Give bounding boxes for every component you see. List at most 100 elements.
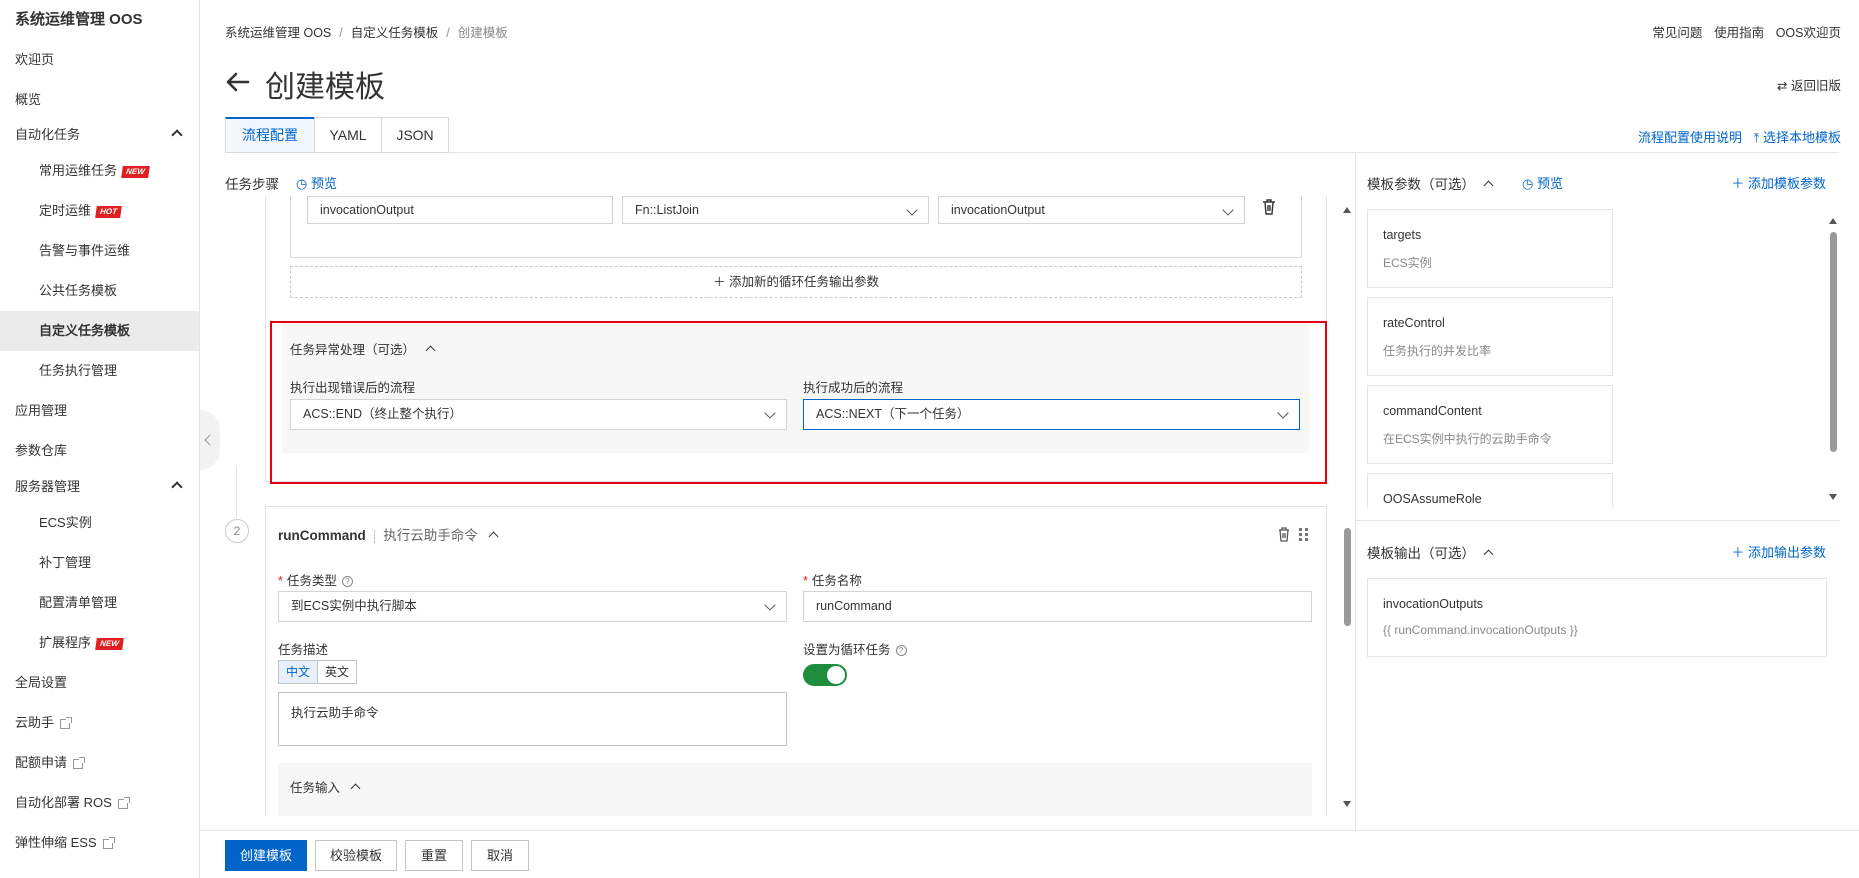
validate-template-button[interactable]: 校验模板 — [315, 840, 397, 871]
cancel-button[interactable]: 取消 — [471, 840, 529, 871]
tab-json[interactable]: JSON — [381, 117, 449, 153]
sidebar-item-label: 应用管理 — [15, 403, 68, 418]
steps-scroll-area[interactable]: invocationOutput Fn::ListJoin invocation… — [225, 196, 1353, 816]
step-2-desc: 执行云助手命令 — [383, 528, 478, 543]
sidebar-item-ecs[interactable]: ECS实例 — [0, 503, 199, 543]
breadcrumb-item[interactable]: 自定义任务模板 — [351, 26, 439, 40]
panel-divider — [1355, 154, 1356, 830]
add-output-link[interactable]: ＋ 添加输出参数 — [1731, 542, 1826, 561]
sidebar-item-extensions[interactable]: 扩展程序 NEW — [0, 623, 199, 663]
param-desc: 任务执行的并发比率 — [1383, 344, 1492, 358]
steps-preview-link[interactable]: ◷ 预览 — [296, 173, 337, 192]
sidebar-item-public-templates[interactable]: 公共任务模板 — [0, 271, 199, 311]
sidebar-item-ros[interactable]: 自动化部署 ROS — [0, 783, 199, 823]
create-template-button[interactable]: 创建模板 — [225, 840, 307, 871]
desc-language-switch: 中文 英文 — [278, 660, 358, 684]
sidebar-title: 系统运维管理 OOS — [15, 11, 143, 28]
scroll-up-icon[interactable] — [1829, 218, 1837, 224]
sidebar-item-label: 补丁管理 — [39, 555, 92, 570]
param-card[interactable]: commandContent 在ECS实例中执行的云助手命令 — [1367, 385, 1613, 464]
drag-handle-icon[interactable] — [1298, 527, 1310, 541]
guide-link[interactable]: 使用指南 — [1714, 26, 1764, 40]
params-header[interactable]: 模板参数（可选） — [1367, 173, 1494, 193]
highlight-box — [270, 321, 1327, 484]
page-title: 创建模板 — [265, 71, 385, 104]
loop-output-aggregator-select[interactable]: Fn::ListJoin — [622, 196, 929, 224]
scroll-down-icon[interactable] — [1829, 494, 1837, 500]
param-card[interactable]: targets ECS实例 — [1367, 209, 1613, 288]
lang-zh-button[interactable]: 中文 — [279, 661, 319, 683]
back-to-old-version[interactable]: ⇄ 返回旧版 — [1777, 75, 1841, 94]
sidebar-group-servers[interactable]: 服务器管理 — [0, 467, 199, 507]
params-preview-label: 预览 — [1536, 176, 1563, 191]
task-type-select[interactable]: 到ECS实例中执行脚本 — [278, 591, 787, 622]
trash-icon[interactable] — [1278, 526, 1290, 542]
add-param-link[interactable]: ＋ 添加模板参数 — [1731, 173, 1826, 192]
task-desc-textarea[interactable]: 执行云助手命令 — [278, 692, 787, 746]
sidebar-item-app-management[interactable]: 应用管理 — [0, 391, 199, 431]
tab-yaml[interactable]: YAML — [314, 117, 382, 153]
params-scrollbar[interactable] — [1827, 212, 1839, 506]
sidebar-item-quota[interactable]: 配额申请 — [0, 743, 199, 783]
back-arrow-icon[interactable] — [225, 64, 251, 100]
params-list[interactable]: targets ECS实例 rateControl 任务执行的并发比率 comman… — [1367, 208, 1627, 508]
sidebar-item-label: 自动化任务 — [15, 127, 81, 142]
sidebar-item-patch[interactable]: 补丁管理 — [0, 543, 199, 583]
sidebar-item-ess[interactable]: 弹性伸缩 ESS — [0, 823, 199, 863]
new-badge: NEW — [121, 165, 150, 178]
section-divider — [1356, 520, 1840, 521]
sidebar-item-parameters[interactable]: 参数仓库 — [0, 431, 199, 471]
scroll-thumb[interactable] — [1830, 232, 1837, 452]
sidebar-item-executions[interactable]: 任务执行管理 — [0, 351, 199, 391]
help-icon[interactable]: ? — [895, 645, 907, 657]
loop-output-source-select[interactable]: invocationOutput — [938, 196, 1245, 224]
sidebar-collapse-handle[interactable] — [200, 410, 220, 470]
param-card[interactable]: rateControl 任务执行的并发比率 — [1367, 297, 1613, 376]
outputs-header[interactable]: 模板输出（可选） — [1367, 542, 1494, 562]
loop-output-name-input[interactable]: invocationOutput — [307, 196, 613, 224]
scroll-up-icon[interactable] — [1343, 207, 1351, 213]
select-local-template-link[interactable]: ⤒ 选择本地模板 — [1754, 130, 1841, 145]
steps-scrollbar[interactable] — [1341, 198, 1353, 814]
task-name-input[interactable]: runCommand — [803, 591, 1312, 622]
sidebar-item-label: 欢迎页 — [15, 52, 55, 67]
sidebar-item-welcome[interactable]: 欢迎页 — [0, 40, 199, 80]
scroll-thumb[interactable] — [1344, 528, 1351, 626]
external-link-icon — [102, 836, 115, 849]
faq-link[interactable]: 常见问题 — [1652, 26, 1702, 40]
task-name-label-text: 任务名称 — [811, 574, 862, 588]
add-param-label: 添加模板参数 — [1747, 176, 1826, 191]
trash-icon[interactable] — [1262, 198, 1276, 216]
chevron-up-icon — [171, 481, 183, 493]
sidebar-item-global-settings[interactable]: 全局设置 — [0, 663, 199, 703]
play-circle-icon: ◷ — [296, 176, 308, 191]
sidebar-item-overview[interactable]: 概览 — [0, 80, 199, 120]
sidebar-group-automation[interactable]: 自动化任务 — [0, 115, 199, 155]
step-number-badge: 2 — [225, 519, 249, 543]
lang-en-button[interactable]: 英文 — [318, 661, 356, 683]
toggle-knob — [827, 666, 845, 684]
output-card[interactable]: invocationOutputs {{ runCommand.invocati… — [1367, 578, 1827, 657]
params-preview-link[interactable]: ◷ 预览 — [1522, 173, 1563, 192]
external-link-icon — [117, 796, 130, 809]
sidebar-item-common-tasks[interactable]: 常用运维任务 NEW — [0, 151, 199, 191]
add-loop-output-button[interactable]: ＋ 添加新的循环任务输出参数 — [290, 266, 1302, 298]
sidebar-item-label: 配置清单管理 — [39, 595, 118, 610]
task-desc-label: 任务描述 — [278, 643, 329, 657]
flow-help-link[interactable]: 流程配置使用说明 — [1638, 130, 1742, 145]
breadcrumb-item[interactable]: 系统运维管理 OOS — [225, 26, 331, 40]
scroll-down-icon[interactable] — [1343, 801, 1351, 807]
reset-button[interactable]: 重置 — [405, 840, 463, 871]
loop-task-toggle[interactable] — [803, 664, 847, 686]
sidebar-item-cloud-assistant[interactable]: 云助手 — [0, 703, 199, 743]
sidebar-item-custom-templates[interactable]: 自定义任务模板 — [0, 311, 199, 351]
sidebar-item-inventory[interactable]: 配置清单管理 — [0, 583, 199, 623]
task-input-header[interactable]: 任务输入 — [290, 777, 361, 796]
sidebar-item-scheduled[interactable]: 定时运维 HOT — [0, 191, 199, 231]
step-2-header[interactable]: runCommand | 执行云助手命令 — [278, 524, 499, 544]
param-card[interactable]: OOSAssumeRole — [1367, 473, 1613, 508]
help-icon[interactable]: ? — [341, 576, 353, 588]
oos-welcome-link[interactable]: OOS欢迎页 — [1776, 26, 1841, 40]
sidebar-item-alerts[interactable]: 告警与事件运维 — [0, 231, 199, 271]
tab-flow-config[interactable]: 流程配置 — [225, 117, 315, 153]
